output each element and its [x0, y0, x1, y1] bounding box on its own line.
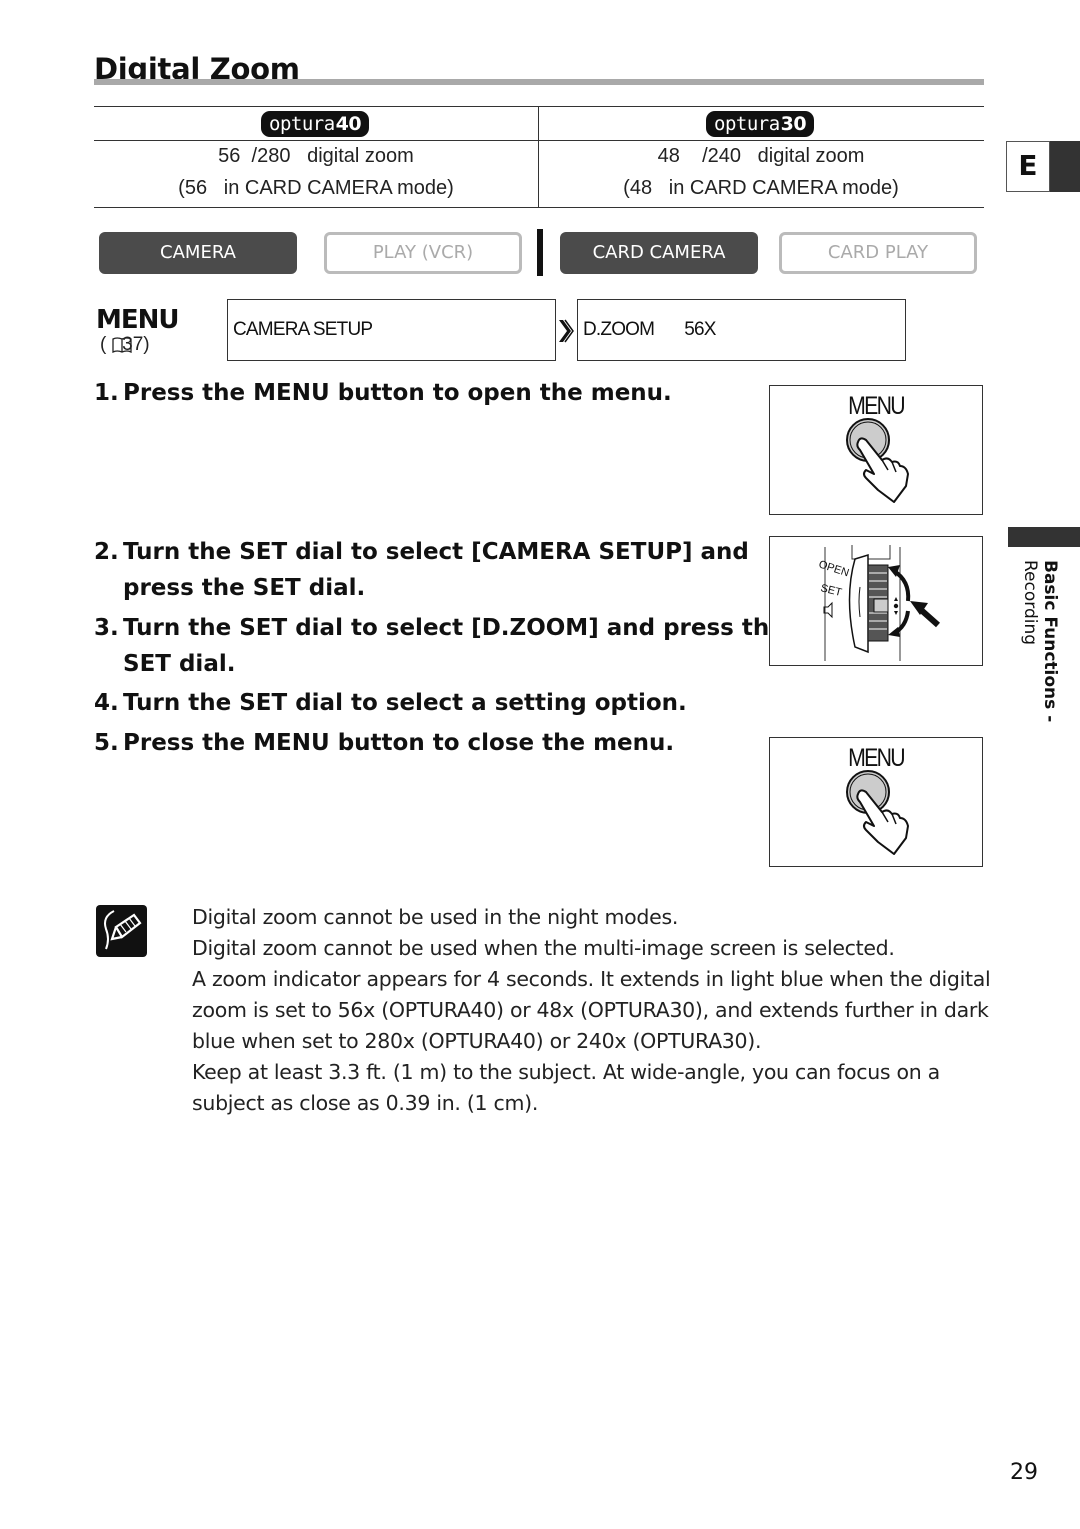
- section-tab-marker: [1008, 527, 1080, 547]
- menu-item-value: 56X: [684, 319, 716, 340]
- notes: Digital zoom cannot be used in the night…: [192, 902, 992, 1119]
- optura30-badge: optura30: [706, 111, 815, 137]
- mode-card-camera: CARD CAMERA: [560, 232, 758, 274]
- badge-number: 40: [335, 113, 362, 135]
- badge-prefix: optura: [714, 113, 780, 135]
- note-pencil-icon: [96, 905, 147, 957]
- book-icon: [112, 337, 132, 354]
- optura30-zoom-spec: 48 /240 digital zoom: [657, 145, 865, 167]
- section-title: Basic Functions -: [1040, 560, 1060, 723]
- title-rule: [94, 79, 984, 85]
- step-3: 3. Turn the SET dial to select [D.ZOOM] a…: [94, 610, 785, 682]
- note-item: Digital zoom cannot be used in the night…: [192, 905, 679, 929]
- note-item: Keep at least 3.3 ft. (1 m) to the subje…: [192, 1060, 940, 1115]
- note-item: Digital zoom cannot be used when the mul…: [192, 936, 895, 960]
- page-reference: ( 37): [100, 334, 150, 356]
- step-number: 1.: [94, 380, 119, 406]
- optura40-card-spec: (56 in CARD CAMERA mode): [178, 177, 454, 199]
- step-text-cont: SET dial.: [123, 651, 236, 677]
- dial-label-open: OPEN: [817, 558, 850, 579]
- step-text: Turn the SET dial to select a setting op…: [123, 690, 687, 716]
- menu-setting-box: D.ZOOM 56X: [577, 299, 906, 361]
- section-subtitle: Recording: [1020, 560, 1040, 646]
- step-text: Press the MENU button to close the menu.: [123, 730, 675, 756]
- badge-prefix: optura: [269, 113, 335, 135]
- menu-button-label: MENU: [848, 744, 905, 772]
- mode-card-play: CARD PLAY: [779, 232, 977, 274]
- step-number: 5.: [94, 730, 119, 756]
- step-text-cont: press the SET dial.: [123, 575, 366, 601]
- menu-label: MENU: [96, 305, 180, 335]
- step-4: 4. Turn the SET dial to select a setting …: [94, 685, 687, 721]
- page-number: 29: [1010, 1460, 1038, 1485]
- optura40-zoom-spec: 56 /280 digital zoom: [218, 145, 414, 167]
- optura40-badge: optura40: [261, 111, 370, 137]
- mode-separator: [537, 229, 543, 276]
- step-text: Press the MENU button to open the menu.: [123, 380, 672, 406]
- step-number: 2.: [94, 539, 119, 565]
- model-spec-table: optura40 optura30 56 /280 digital zoom (…: [94, 106, 984, 208]
- step-1: 1. Press the MENU button to open the menu…: [94, 375, 672, 411]
- dial-label-set: SET: [819, 582, 843, 599]
- mode-play-vcr: PLAY (VCR): [324, 232, 522, 274]
- step-text: Turn the SET dial to select [D.ZOOM] and…: [123, 615, 785, 641]
- menu-button-illustration: MENU: [769, 385, 983, 515]
- finger-press-icon: [846, 770, 909, 855]
- language-tab: E: [1006, 141, 1050, 192]
- step-number: 4.: [94, 690, 119, 716]
- menu-submenu-box: CAMERA SETUP: [227, 299, 556, 361]
- set-dial-icon: OPEN SET: [817, 545, 940, 661]
- menu-item-name: D.ZOOM: [583, 319, 655, 340]
- step-5: 5. Press the MENU button to close the men…: [94, 725, 674, 761]
- step-number: 3.: [94, 615, 119, 641]
- menu-button-close-illustration: MENU: [769, 737, 983, 867]
- section-tab: Basic Functions - Recording: [1020, 560, 1060, 730]
- step-text: Turn the SET dial to select [CAMERA SETU…: [123, 539, 749, 565]
- menu-button-label: MENU: [848, 392, 905, 420]
- chevron-right-icon: [559, 319, 574, 343]
- language-tab-marker: [1050, 141, 1080, 192]
- finger-press-icon: [846, 418, 909, 503]
- optura30-card-spec: (48 in CARD CAMERA mode): [623, 177, 899, 199]
- mode-camera: CAMERA: [99, 232, 297, 274]
- note-item: A zoom indicator appears for 4 seconds. …: [192, 967, 991, 1053]
- table-header-rule: [94, 140, 984, 141]
- step-2: 2. Turn the SET dial to select [CAMERA SE…: [94, 534, 749, 606]
- section-tab-text: Basic Functions - Recording: [1020, 560, 1060, 722]
- set-dial-illustration: OPEN SET: [769, 536, 983, 666]
- badge-number: 30: [780, 113, 807, 135]
